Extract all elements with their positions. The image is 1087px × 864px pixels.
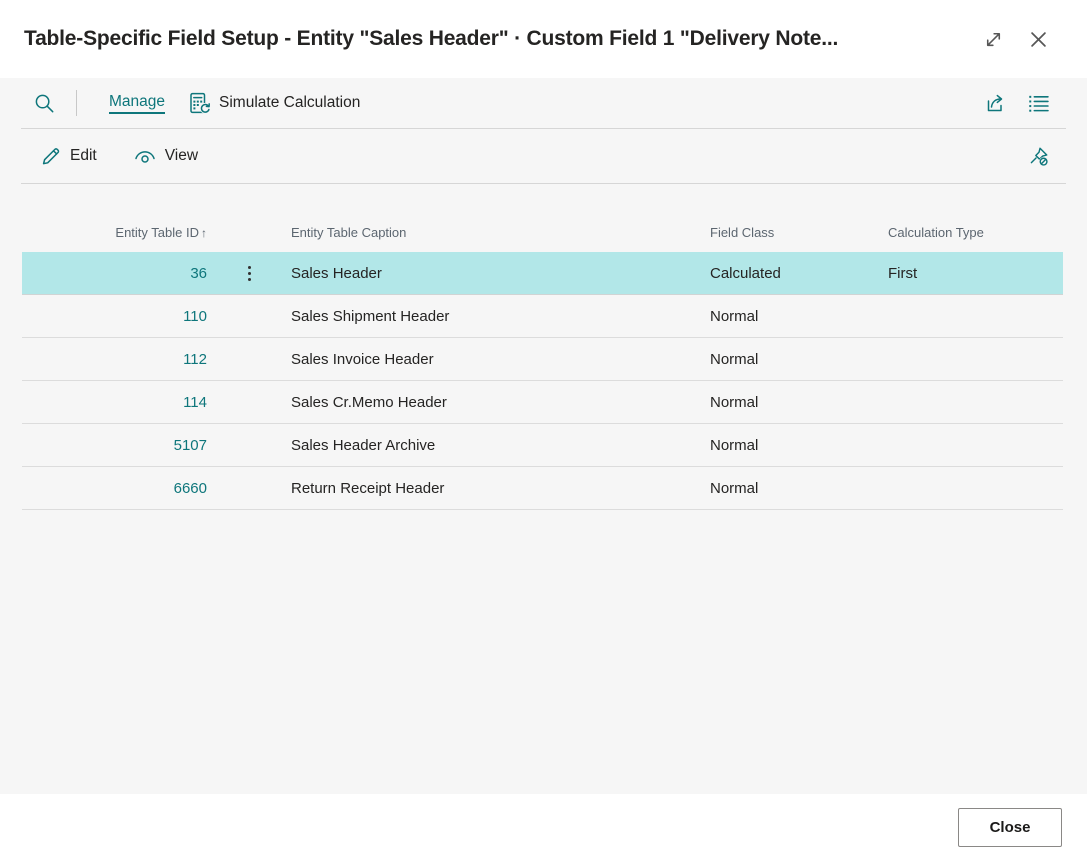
field-class-cell: Normal: [710, 480, 888, 497]
entity-table-caption-cell: Sales Cr.Memo Header: [291, 394, 710, 411]
entity-table-caption-cell: Sales Header Archive: [291, 437, 710, 454]
eye-icon: [133, 148, 157, 165]
entity-table-id-link[interactable]: 6660: [22, 480, 207, 497]
toolbar-divider: [76, 90, 77, 116]
table-row[interactable]: 110 Sales Shipment Header Normal: [22, 295, 1063, 338]
expand-button[interactable]: [983, 29, 1004, 50]
dialog-window: Table-Specific Field Setup - Entity "Sal…: [0, 0, 1087, 864]
manage-menu[interactable]: Manage: [109, 93, 165, 114]
actionbar-separator: [21, 183, 1066, 184]
table-row[interactable]: 5107 Sales Header Archive Normal: [22, 424, 1063, 467]
entity-table-caption-cell: Sales Header: [291, 265, 710, 282]
simulate-calculation-button[interactable]: Simulate Calculation: [189, 92, 360, 114]
table-header-row: Entity Table ID↑ Entity Table Caption Fi…: [22, 212, 1063, 252]
unpin-button[interactable]: [1027, 145, 1050, 168]
column-header-entity-table-caption[interactable]: Entity Table Caption: [291, 225, 710, 240]
column-header-field-class[interactable]: Field Class: [710, 225, 888, 240]
column-header-entity-table-id[interactable]: Entity Table ID↑: [22, 225, 207, 240]
command-bar: Manage Simulate Calculation: [0, 78, 1087, 128]
table-row[interactable]: 36 Sales Header Calculated First: [22, 252, 1063, 295]
simulate-calculation-label: Simulate Calculation: [219, 94, 360, 112]
entity-table-id-link[interactable]: 36: [22, 265, 207, 282]
share-button[interactable]: [984, 92, 1006, 114]
table-row[interactable]: 114 Sales Cr.Memo Header Normal: [22, 381, 1063, 424]
calculator-refresh-icon: [189, 92, 211, 114]
close-button[interactable]: Close: [958, 808, 1062, 847]
row-menu-icon[interactable]: [248, 266, 251, 281]
page-title: Table-Specific Field Setup - Entity "Sal…: [24, 27, 983, 51]
table-row[interactable]: 112 Sales Invoice Header Normal: [22, 338, 1063, 381]
entity-table-id-link[interactable]: 114: [22, 394, 207, 411]
column-header-calculation-type[interactable]: Calculation Type: [888, 225, 1063, 240]
edit-label: Edit: [70, 147, 97, 165]
titlebar: Table-Specific Field Setup - Entity "Sal…: [0, 0, 1087, 78]
table-row[interactable]: 6660 Return Receipt Header Normal: [22, 467, 1063, 510]
table-body: 36 Sales Header Calculated First 110 Sal…: [22, 252, 1063, 510]
action-bar: Edit View: [0, 129, 1087, 183]
view-button[interactable]: View: [133, 147, 198, 165]
field-class-cell: Calculated: [710, 265, 888, 282]
calculation-type-cell: First: [888, 265, 1063, 282]
search-button[interactable]: [34, 93, 55, 114]
field-class-cell: Normal: [710, 437, 888, 454]
field-setup-table: Entity Table ID↑ Entity Table Caption Fi…: [22, 212, 1063, 510]
field-class-cell: Normal: [710, 308, 888, 325]
options-list-button[interactable]: [1028, 93, 1049, 114]
edit-button[interactable]: Edit: [40, 145, 97, 167]
entity-table-caption-cell: Return Receipt Header: [291, 480, 710, 497]
sort-ascending-icon: ↑: [201, 226, 207, 240]
entity-table-id-link[interactable]: 110: [22, 308, 207, 325]
close-window-button[interactable]: [1028, 29, 1049, 50]
field-class-cell: Normal: [710, 394, 888, 411]
entity-table-id-link[interactable]: 5107: [22, 437, 207, 454]
close-icon: [1028, 29, 1049, 50]
view-label: View: [165, 147, 198, 165]
entity-table-id-link[interactable]: 112: [22, 351, 207, 368]
pencil-icon: [40, 145, 62, 167]
search-icon: [34, 93, 55, 114]
pin-slash-icon: [1027, 145, 1050, 168]
bulleted-list-icon: [1028, 93, 1049, 114]
share-icon: [984, 92, 1006, 114]
expand-diagonal-icon: [983, 29, 1004, 50]
field-class-cell: Normal: [710, 351, 888, 368]
entity-table-caption-cell: Sales Shipment Header: [291, 308, 710, 325]
entity-table-caption-cell: Sales Invoice Header: [291, 351, 710, 368]
dialog-footer: Close: [0, 794, 1087, 864]
